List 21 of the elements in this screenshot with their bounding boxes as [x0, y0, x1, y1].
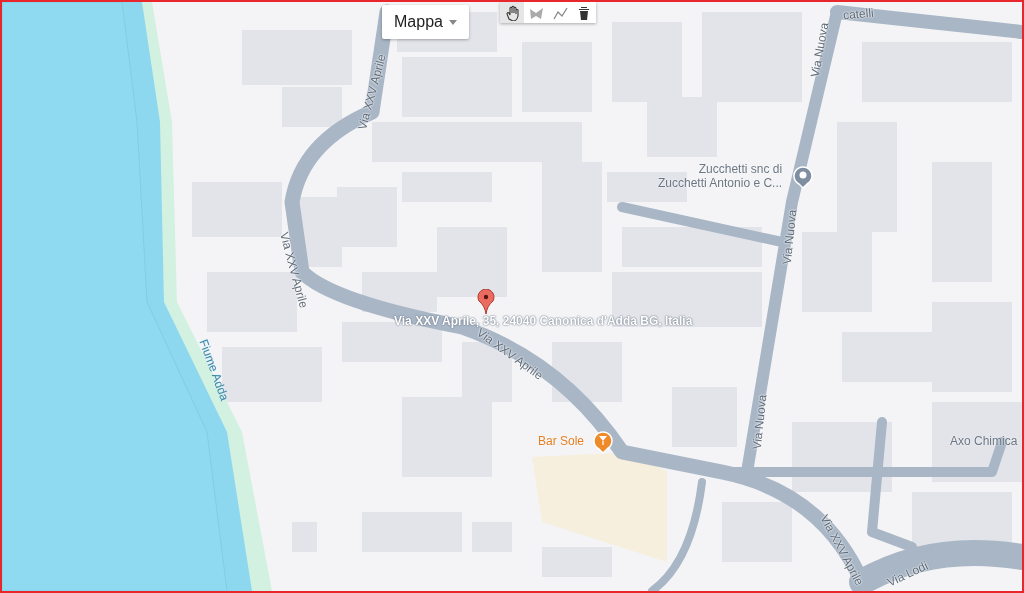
street-label: Via Nuova	[750, 393, 768, 451]
map-type-dropdown[interactable]: Mappa	[382, 5, 469, 39]
river-label: Fiume Adda	[197, 337, 231, 403]
street-label: Via Lodi	[885, 559, 930, 589]
caret-icon	[448, 19, 457, 25]
street-label: catelli	[842, 6, 874, 22]
place-label: Bar Sole	[538, 434, 585, 449]
hand-tool-button[interactable]	[500, 2, 524, 23]
place-label: Zucchetti snc di Zucchetti Antonio e C...	[658, 162, 783, 191]
street-label: Via XXV Aprile	[278, 230, 310, 310]
street-label: Via Nuova	[780, 208, 798, 266]
hand-icon	[504, 4, 520, 21]
pin-icon[interactable]	[792, 164, 814, 188]
street-label: Via XXV Aprile	[818, 512, 866, 588]
trash-tool-button[interactable]	[572, 2, 596, 23]
map-pin-icon[interactable]	[477, 289, 495, 315]
glass-icon[interactable]	[592, 429, 614, 453]
street-label: Via XXV Aprile	[356, 52, 388, 132]
street-label: Via Nuova	[808, 21, 830, 79]
trash-icon	[576, 4, 592, 21]
place-label: Axo Chimica	[950, 434, 1018, 449]
